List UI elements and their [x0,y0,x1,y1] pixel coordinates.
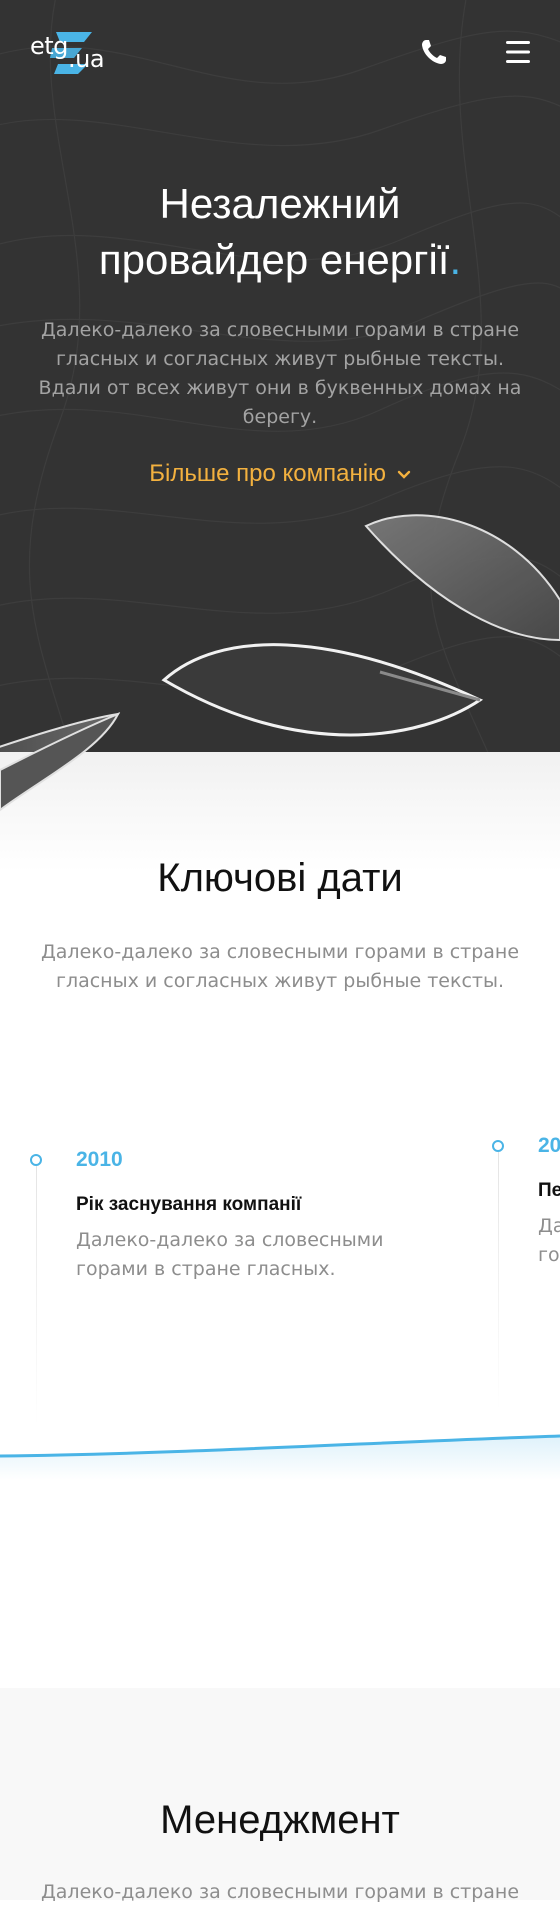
hero-title-line1: Незалежний [159,180,401,227]
more-about-company-label: Більше про компанію [149,460,387,487]
timeline-text: Да го [538,1215,560,1266]
hero-section: etg .ua Незалежний провайдер енергії. Да… [0,0,560,752]
timeline-dot [492,1140,504,1152]
hero-description: Далеко-далеко за словесными горами в стр… [38,319,522,428]
hero-title-dot: . [449,236,462,283]
phone-button[interactable] [418,36,450,68]
timeline-year: 2010 [76,1148,123,1171]
timeline-heading: Рік заснування компанії [76,1194,302,1215]
more-about-company-link[interactable]: Більше про компанію [0,460,560,488]
leaf-bottom-left [0,712,121,812]
hero-title: Незалежний провайдер енергії. [40,176,520,288]
hamburger-menu-icon [506,41,530,63]
key-dates-title: Ключові дати [157,856,403,900]
logo-suffix: .ua [68,45,105,73]
management-section: Менеджмент Далеко-далеко за словесными г… [0,1688,560,1903]
timeline-vertical-line [498,1152,499,1412]
phone-icon [422,40,446,64]
timeline-heading: Пе [538,1180,560,1201]
site-header: etg .ua [0,0,560,104]
hero-title-line2: провайдер енергії [98,236,450,283]
key-dates-description: Далеко-далеко за словесными горами в стр… [40,941,520,992]
logo-text: etg [30,32,68,60]
management-title: Менеджмент [160,1798,400,1842]
timeline-year: 20 [538,1134,560,1157]
chevron-down-icon [397,470,410,479]
site-logo[interactable]: etg .ua [28,28,112,76]
timeline-vertical-line [36,1166,37,1426]
timeline-text: Далеко-далеко за словесными горами в стр… [76,1229,384,1280]
management-description: Далеко-далеко за словесными горами в стр… [40,1881,520,1903]
timeline-curve [0,1434,560,1480]
timeline-dot [30,1154,42,1166]
menu-button[interactable] [504,38,532,66]
